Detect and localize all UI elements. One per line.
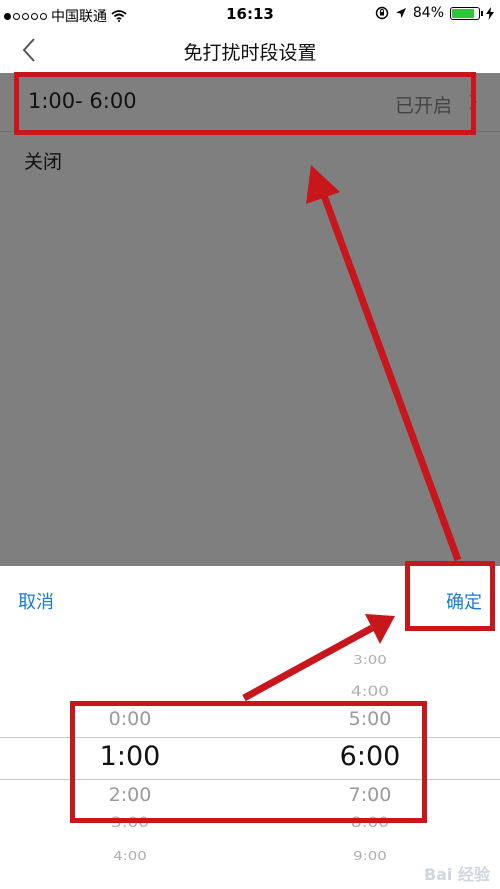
picker-option[interactable]: 3:00 — [270, 652, 470, 667]
orientation-lock-icon — [375, 6, 389, 20]
annotation-box-confirm — [405, 561, 495, 631]
battery-fill — [452, 8, 474, 18]
cancel-button[interactable]: 取消 — [18, 588, 54, 614]
annotation-box-row — [14, 72, 476, 135]
battery-tip — [481, 10, 483, 16]
dimmed-content: 1:00- 6:00 已开启 关闭 — [0, 73, 500, 566]
location-arrow-icon — [395, 8, 406, 18]
page-title: 免打扰时段设置 — [183, 42, 317, 64]
watermark-logo: Bai 经验 — [423, 865, 490, 884]
navigation-bar: 免打扰时段设置 — [0, 28, 500, 73]
close-option[interactable]: 关闭 — [24, 147, 62, 174]
battery-percent: 84% — [412, 5, 444, 21]
battery-icon — [450, 6, 483, 20]
annotation-box-picker — [70, 701, 427, 823]
status-bar: 中国联通 16:13 84% — [0, 0, 500, 28]
picker-option[interactable]: 4:00 — [30, 848, 230, 863]
picker-option[interactable]: 4:00 — [270, 684, 470, 700]
status-right: 84% — [375, 5, 494, 21]
charging-bolt-icon — [486, 6, 494, 20]
